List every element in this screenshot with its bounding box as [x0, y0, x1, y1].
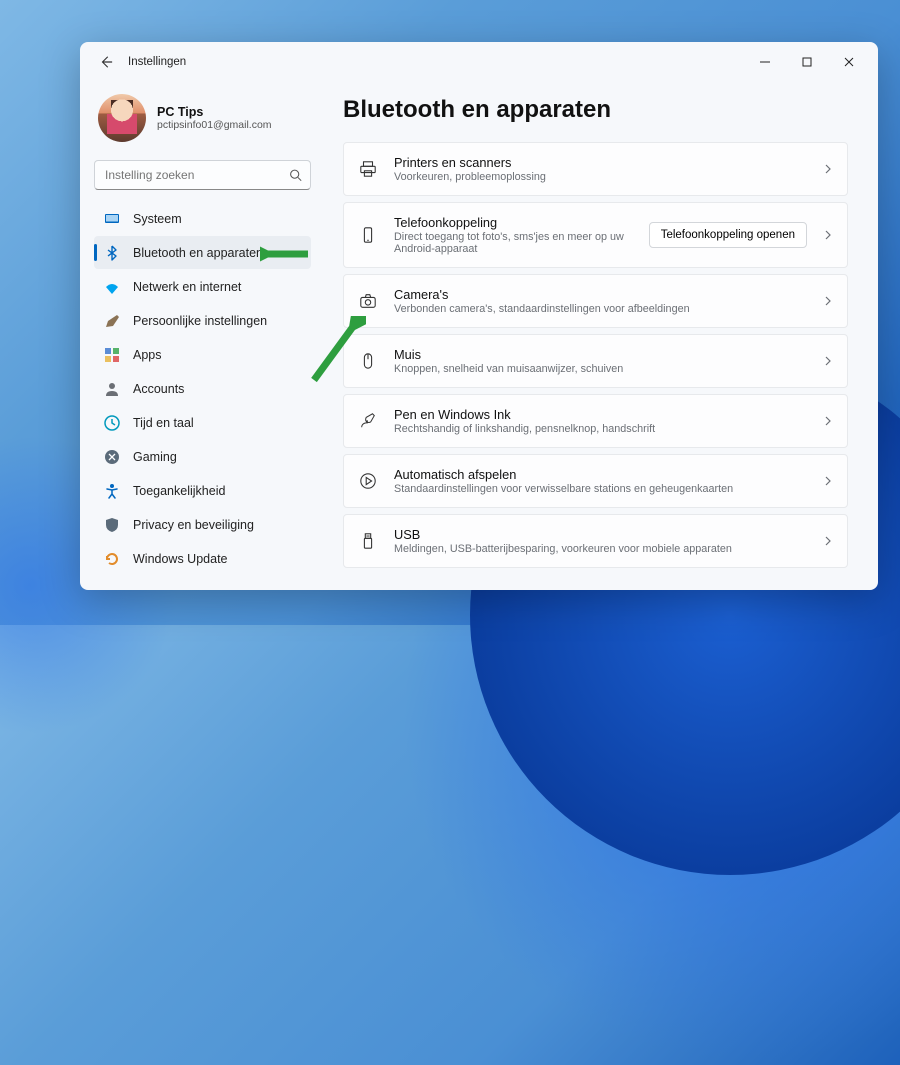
profile-block[interactable]: PC Tips pctipsinfo01@gmail.com	[94, 88, 311, 156]
close-icon	[844, 57, 854, 67]
sidebar-item-privacy[interactable]: Privacy en beveiliging	[94, 508, 311, 541]
network-icon	[104, 279, 120, 295]
autoplay-icon	[358, 471, 378, 491]
card-title: Camera's	[394, 287, 807, 302]
sidebar-item-update[interactable]: Windows Update	[94, 542, 311, 575]
card-usb[interactable]: USB Meldingen, USB-batterijbesparing, vo…	[343, 514, 848, 568]
chevron-right-icon	[823, 296, 833, 306]
sidebar-item-label: Accounts	[133, 382, 184, 396]
chevron-right-icon	[823, 164, 833, 174]
card-mouse[interactable]: Muis Knoppen, snelheid van muisaanwijzer…	[343, 334, 848, 388]
card-desc: Voorkeuren, probleemoplossing	[394, 171, 807, 183]
sidebar-item-network[interactable]: Netwerk en internet	[94, 270, 311, 303]
accessibility-icon	[104, 483, 120, 499]
card-desc: Knoppen, snelheid van muisaanwijzer, sch…	[394, 363, 807, 375]
sidebar-item-label: Persoonlijke instellingen	[133, 314, 267, 328]
sidebar-item-personalize[interactable]: Persoonlijke instellingen	[94, 304, 311, 337]
sidebar-item-label: Bluetooth en apparaten	[133, 246, 263, 260]
titlebar: Instellingen	[80, 42, 878, 82]
card-title: Automatisch afspelen	[394, 467, 807, 482]
annotation-arrow-1	[260, 242, 310, 266]
search-input[interactable]	[94, 160, 311, 190]
time-icon	[104, 415, 120, 431]
card-autoplay[interactable]: Automatisch afspelen Standaardinstelling…	[343, 454, 848, 508]
card-title: Printers en scanners	[394, 155, 807, 170]
camera-icon	[358, 291, 378, 311]
sidebar-item-accessibility[interactable]: Toegankelijkheid	[94, 474, 311, 507]
personalize-icon	[104, 313, 120, 329]
annotation-arrow-2	[306, 316, 366, 386]
sidebar-item-label: Windows Update	[133, 552, 228, 566]
card-desc: Verbonden camera's, standaardinstellinge…	[394, 303, 807, 315]
card-desc: Meldingen, USB-batterijbesparing, voorke…	[394, 543, 807, 555]
card-printers[interactable]: Printers en scanners Voorkeuren, problee…	[343, 142, 848, 196]
main-panel: Bluetooth en apparaten Printers en scann…	[325, 82, 878, 590]
sidebar-item-label: Privacy en beveiliging	[133, 518, 254, 532]
sidebar-item-label: Gaming	[133, 450, 177, 464]
card-title: Muis	[394, 347, 807, 362]
update-icon	[104, 551, 120, 567]
card-pen[interactable]: Pen en Windows Ink Rechtshandig of links…	[343, 394, 848, 448]
system-icon	[104, 211, 120, 227]
phone-icon	[358, 225, 378, 245]
gaming-icon	[104, 449, 120, 465]
maximize-icon	[802, 57, 812, 67]
sidebar: PC Tips pctipsinfo01@gmail.com Systeem	[80, 82, 325, 590]
sidebar-item-label: Netwerk en internet	[133, 280, 241, 294]
chevron-right-icon	[823, 416, 833, 426]
sidebar-item-label: Systeem	[133, 212, 182, 226]
printer-icon	[358, 159, 378, 179]
profile-email: pctipsinfo01@gmail.com	[157, 119, 272, 131]
privacy-icon	[104, 517, 120, 533]
chevron-right-icon	[823, 536, 833, 546]
avatar	[98, 94, 146, 142]
card-title: Pen en Windows Ink	[394, 407, 807, 422]
profile-name: PC Tips	[157, 105, 272, 119]
card-title: Telefoonkoppeling	[394, 215, 633, 230]
window-title: Instellingen	[128, 56, 186, 68]
card-desc: Standaardinstellingen voor verwisselbare…	[394, 483, 807, 495]
card-cameras[interactable]: Camera's Verbonden camera's, standaardin…	[343, 274, 848, 328]
minimize-button[interactable]	[744, 47, 786, 77]
card-desc: Direct toegang tot foto's, sms'jes en me…	[394, 231, 633, 255]
sidebar-item-gaming[interactable]: Gaming	[94, 440, 311, 473]
usb-icon	[358, 531, 378, 551]
sidebar-item-time[interactable]: Tijd en taal	[94, 406, 311, 439]
card-title: USB	[394, 527, 807, 542]
chevron-right-icon	[823, 476, 833, 486]
minimize-icon	[760, 57, 770, 67]
apps-icon	[104, 347, 120, 363]
sidebar-item-system[interactable]: Systeem	[94, 202, 311, 235]
arrow-left-icon	[99, 55, 113, 69]
pen-icon	[358, 411, 378, 431]
sidebar-item-label: Toegankelijkheid	[133, 484, 225, 498]
window-controls	[744, 47, 870, 77]
sidebar-item-label: Apps	[133, 348, 162, 362]
sidebar-item-apps[interactable]: Apps	[94, 338, 311, 371]
bluetooth-icon	[104, 245, 120, 261]
page-title: Bluetooth en apparaten	[343, 96, 848, 124]
sidebar-item-label: Tijd en taal	[133, 416, 194, 430]
chevron-right-icon	[823, 356, 833, 366]
search-icon	[289, 169, 302, 182]
close-button[interactable]	[828, 47, 870, 77]
sidebar-item-accounts[interactable]: Accounts	[94, 372, 311, 405]
accounts-icon	[104, 381, 120, 397]
search-wrap	[94, 160, 311, 190]
back-button[interactable]	[98, 54, 114, 70]
chevron-right-icon	[823, 230, 833, 240]
card-desc: Rechtshandig of linkshandig, pensnelknop…	[394, 423, 807, 435]
open-phone-link-button[interactable]: Telefoonkoppeling openen	[649, 222, 807, 248]
maximize-button[interactable]	[786, 47, 828, 77]
settings-window: Instellingen PC Tips pctipsinfo01@gmail.…	[80, 42, 878, 590]
card-phone[interactable]: Telefoonkoppeling Direct toegang tot fot…	[343, 202, 848, 268]
